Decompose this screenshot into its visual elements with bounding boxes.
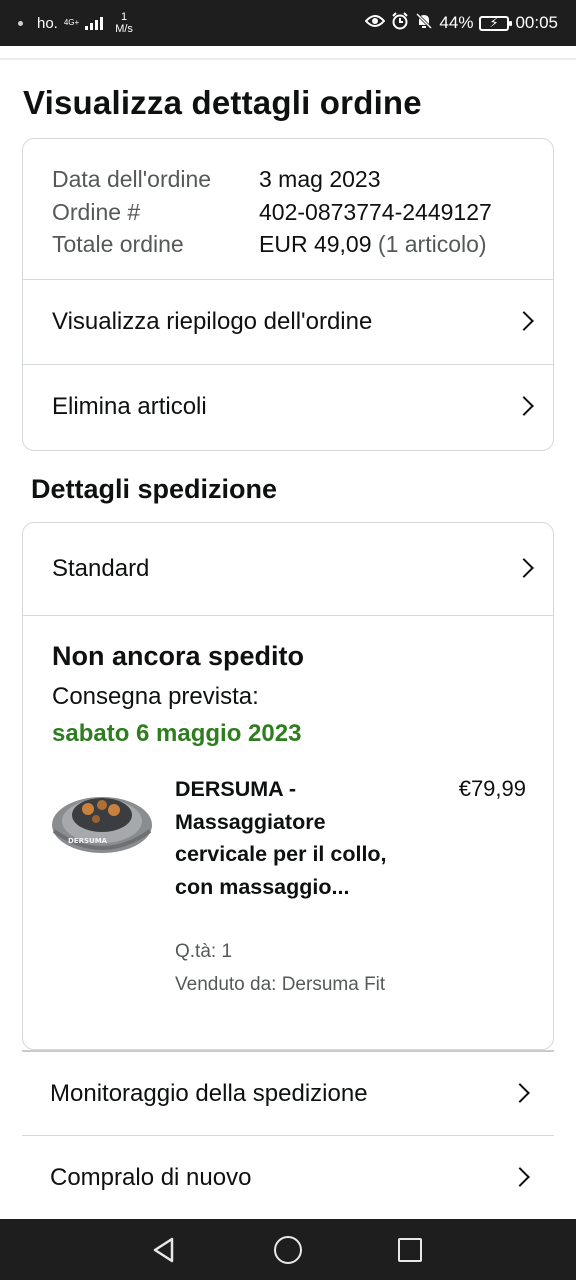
order-summary-link[interactable]: Visualizza riepilogo dell'ordine (23, 279, 553, 364)
product-quantity: Q.tà: 1 (175, 941, 233, 962)
shipping-method-label: Standard (52, 555, 150, 582)
track-shipment-label: Monitoraggio della spedizione (50, 1079, 368, 1107)
clock: 00:05 (515, 13, 558, 32)
shipping-card: Standard Non ancora spedito Consegna pre… (22, 522, 554, 1050)
network-speed-value: 1 (121, 11, 128, 23)
order-number-row: Ordine # 402-0873774-2449127 (52, 196, 492, 229)
product-image[interactable]: DERSUMA (50, 785, 154, 861)
network-type: 4G+ (63, 18, 80, 27)
product-image-brand: DERSUMA (68, 837, 108, 845)
order-info: Data dell'ordine 3 mag 2023 Ordine # 402… (52, 163, 492, 261)
order-date-label: Data dell'ordine (52, 166, 212, 192)
order-date-value: 3 mag 2023 (259, 166, 381, 192)
chevron-right-icon (514, 311, 534, 331)
battery-charging-icon: ⚡ (479, 15, 513, 31)
order-info-card: Data dell'ordine 3 mag 2023 Ordine # 402… (22, 138, 554, 451)
product-title-link[interactable]: DERSUMA - Massaggiatore cervicale per il… (175, 773, 415, 903)
buy-again-link[interactable]: Compralo di nuovo (22, 1135, 554, 1220)
network-speed-unit: M/s (115, 23, 133, 35)
buy-again-label: Compralo di nuovo (50, 1164, 252, 1191)
battery-percent: 44% (439, 13, 474, 32)
bell-muted-icon (415, 12, 433, 35)
chevron-right-icon (514, 558, 534, 578)
product-price: €79,99 (458, 776, 526, 801)
alarm-icon (391, 11, 409, 35)
chevron-right-icon (514, 396, 534, 416)
notification-dot-icon (18, 20, 23, 26)
carrier-name: ho. (37, 14, 58, 32)
home-icon[interactable] (274, 1236, 302, 1264)
order-total-value: EUR 49,09 (1 articolo) (259, 228, 487, 261)
order-total-row: Totale ordine EUR 49,09 (1 articolo) (52, 228, 492, 261)
expected-delivery-date: sabato 6 maggio 2023 (52, 720, 302, 747)
shipping-section-title: Dettagli spedizione (31, 474, 278, 504)
expected-delivery-label: Consegna prevista: (52, 683, 259, 710)
back-icon[interactable] (150, 1236, 178, 1264)
delete-items-link[interactable]: Elimina articoli (23, 364, 553, 449)
order-total-items: (1 articolo) (377, 231, 487, 257)
signal-icon (85, 16, 104, 30)
product-seller: Venduto da: Dersuma Fit (175, 974, 386, 995)
track-shipment-link[interactable]: Monitoraggio della spedizione (22, 1050, 554, 1135)
order-total-amount: EUR 49,09 (259, 231, 372, 257)
order-total-label: Totale ordine (52, 231, 184, 257)
order-summary-label: Visualizza riepilogo dell'ordine (52, 308, 373, 335)
shipping-method-link[interactable]: Standard (23, 523, 553, 616)
system-nav-bar (0, 1219, 576, 1280)
chevron-right-icon (510, 1167, 530, 1187)
status-left: ho. 4G+ 1 M/s (18, 0, 133, 46)
order-number-label: Ordine # (52, 198, 141, 225)
shipping-status: Non ancora spedito (52, 641, 305, 671)
order-number-value: 402-0873774-2449127 (259, 198, 492, 225)
network-speed: 1 M/s (115, 11, 133, 35)
header-divider (0, 58, 576, 60)
delete-items-label: Elimina articoli (52, 393, 207, 420)
chevron-right-icon (510, 1082, 530, 1103)
order-date-row: Data dell'ordine 3 mag 2023 (52, 163, 492, 196)
eye-icon (365, 13, 386, 33)
status-right: 44% ⚡ 00:05 (365, 0, 558, 46)
status-bar: ho. 4G+ 1 M/s 44% ⚡ 00:05 (0, 0, 576, 46)
recent-apps-icon[interactable] (398, 1238, 422, 1262)
page-title: Visualizza dettagli ordine (23, 84, 422, 121)
